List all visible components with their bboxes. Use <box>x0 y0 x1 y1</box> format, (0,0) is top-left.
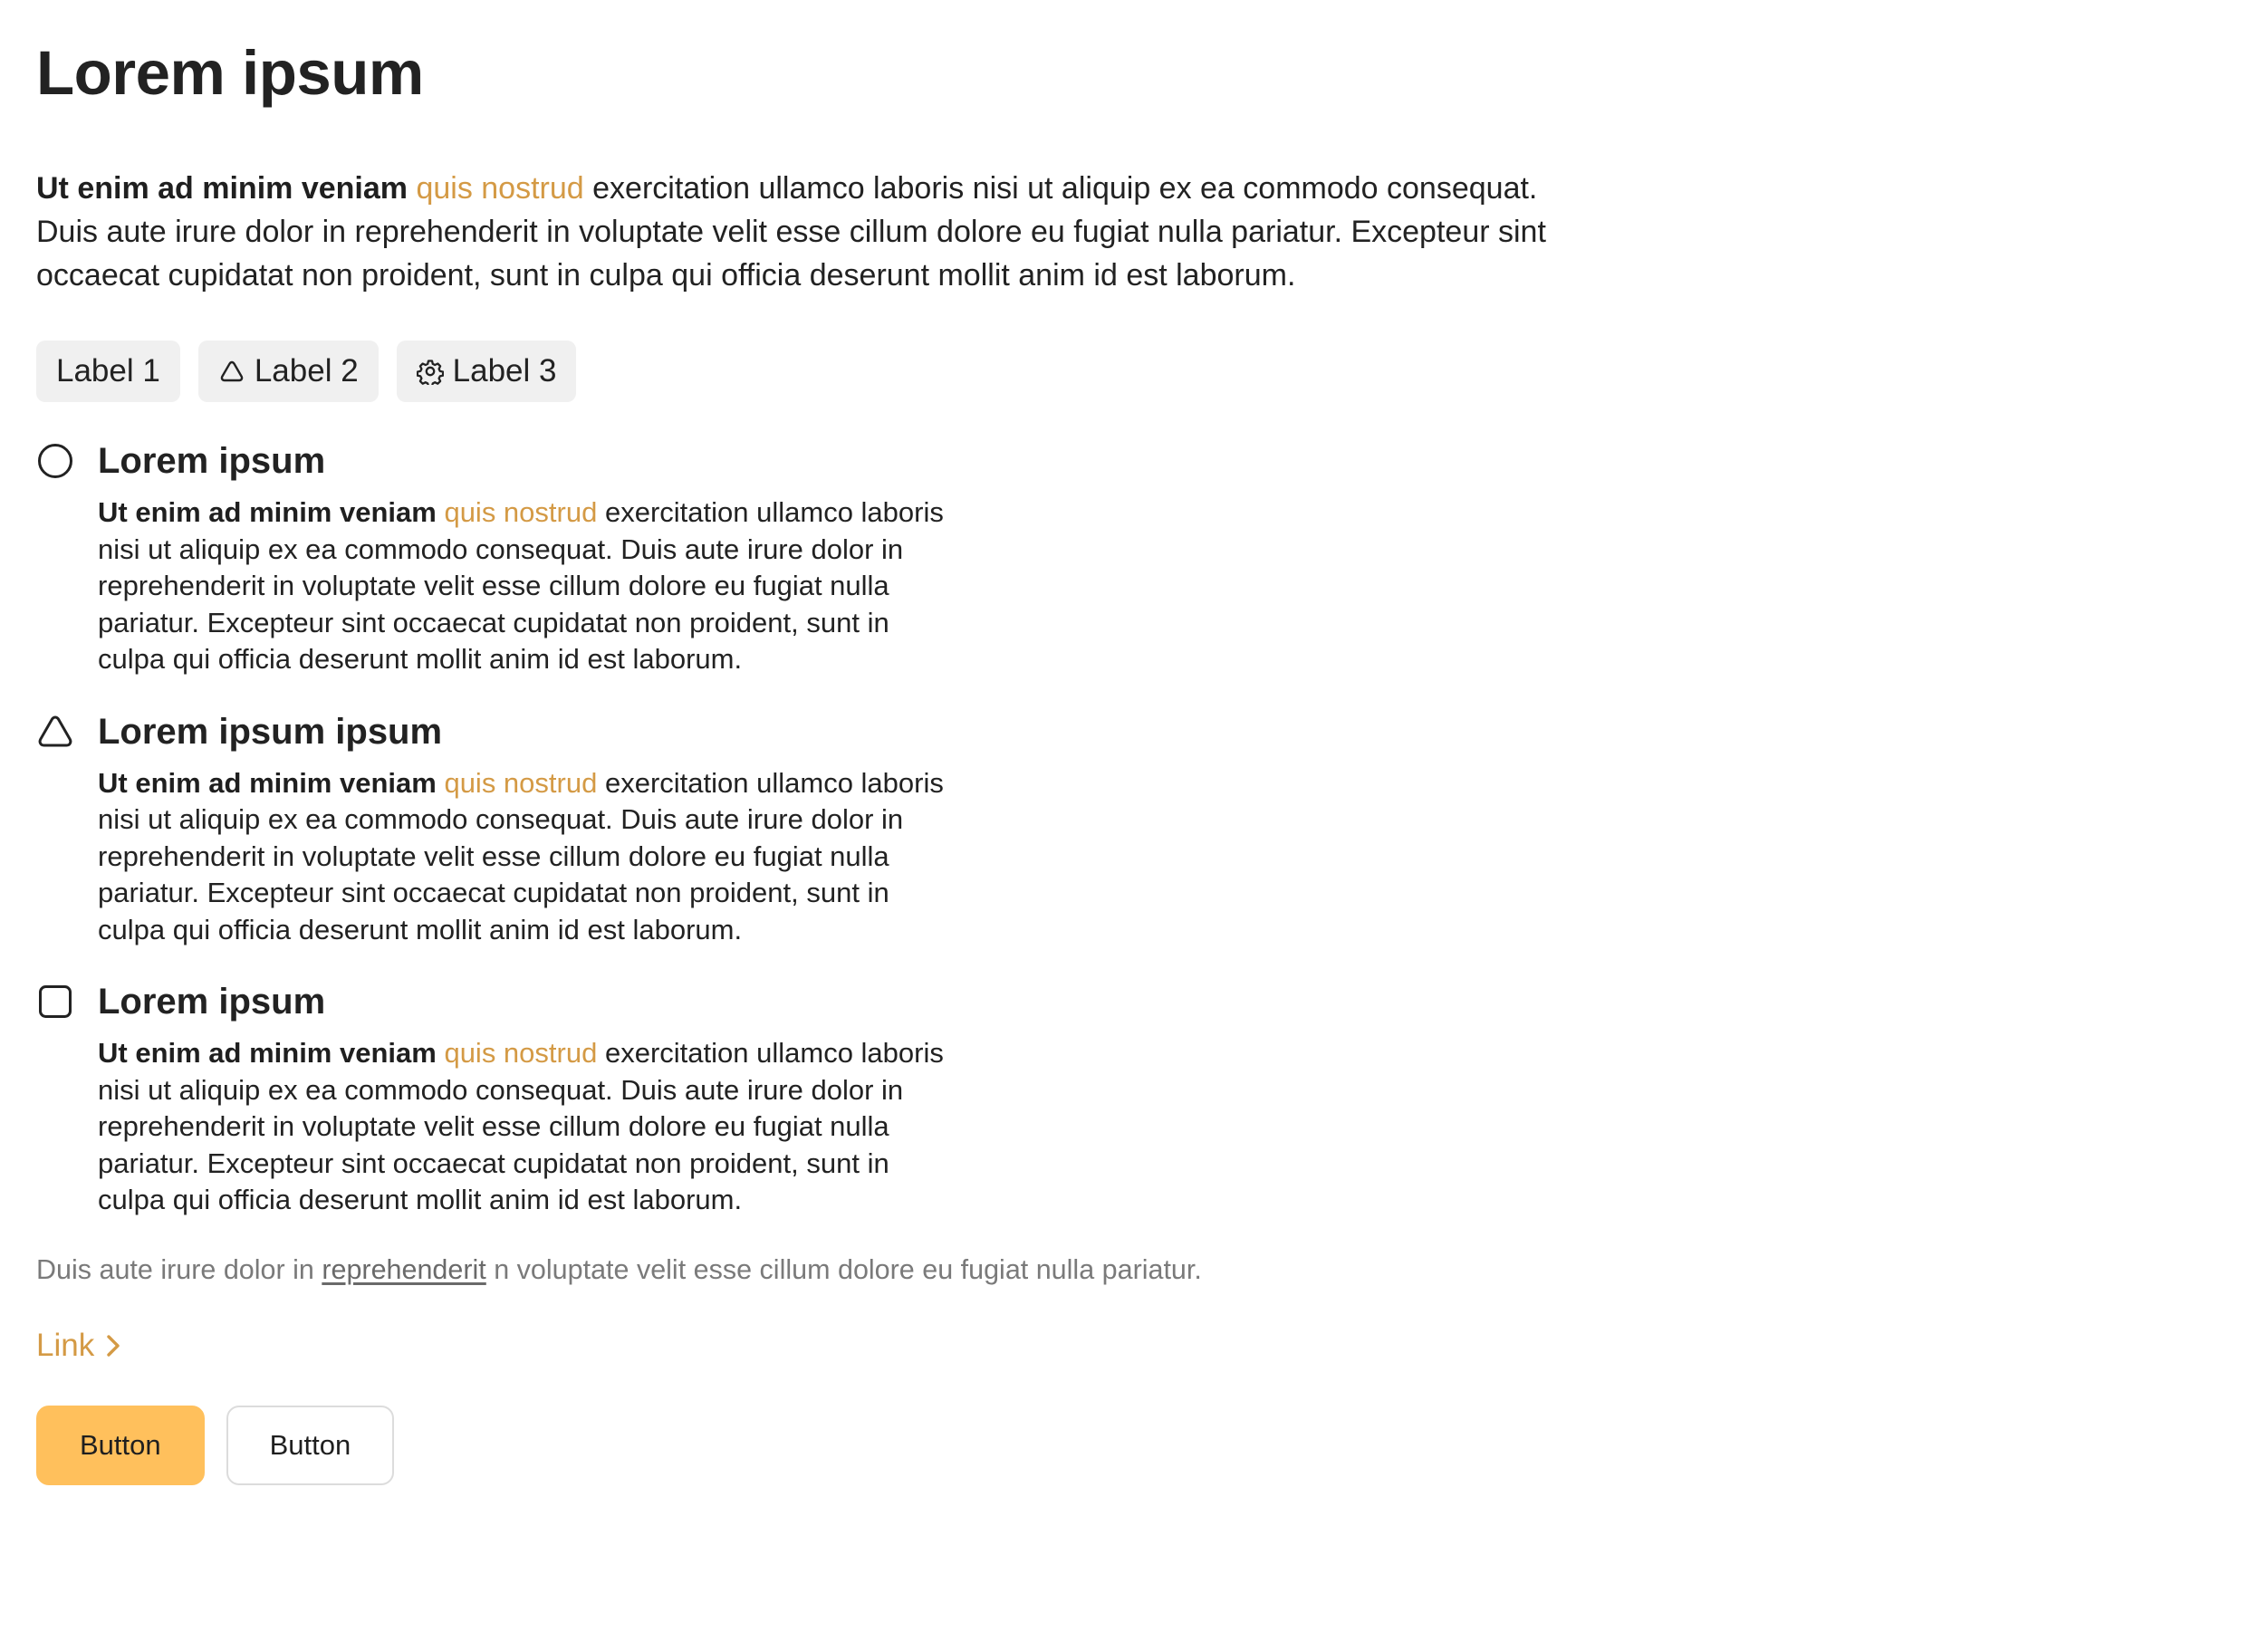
label-chips: Label 1 Label 2 Label 3 <box>36 341 2268 402</box>
footnote-underlined-link[interactable]: reprehenderit <box>322 1254 485 1285</box>
footnote-text-before: Duis aute irure dolor in <box>36 1253 314 1285</box>
square-icon <box>36 983 74 1021</box>
feature-item: Lorem ipsum Ut enim ad minim veniam quis… <box>36 440 2268 678</box>
intro-bold-text: Ut enim ad minim veniam <box>36 171 408 206</box>
feature-bold-text: Ut enim ad minim veniam <box>98 496 437 528</box>
button-row: Button Button <box>36 1405 2268 1485</box>
feature-description: Ut enim ad minim veniam quis nostrud exe… <box>98 1035 949 1219</box>
feature-bold-text: Ut enim ad minim veniam <box>98 1037 437 1069</box>
feature-description: Ut enim ad minim veniam quis nostrud exe… <box>98 494 949 678</box>
link[interactable]: Link <box>36 1328 125 1364</box>
feature-accent-text: quis nostrud <box>444 496 598 528</box>
primary-button[interactable]: Button <box>36 1405 205 1485</box>
feature-title: Lorem ipsum <box>98 441 326 481</box>
feature-accent-text: quis nostrud <box>444 1037 598 1069</box>
feature-item: Lorem ipsum ipsum Ut enim ad minim venia… <box>36 711 2268 949</box>
feature-description: Ut enim ad minim veniam quis nostrud exe… <box>98 765 949 949</box>
triangle-icon <box>218 358 245 385</box>
feature-title: Lorem ipsum <box>98 982 326 1022</box>
secondary-button[interactable]: Button <box>226 1405 395 1485</box>
feature-list: Lorem ipsum Ut enim ad minim veniam quis… <box>36 440 2268 1219</box>
footnote-text-after: n voluptate velit esse cillum dolore eu … <box>494 1253 1202 1285</box>
page-title: Lorem ipsum <box>36 38 424 108</box>
link-label: Link <box>36 1327 95 1363</box>
gear-icon <box>416 358 444 385</box>
page: Lorem ipsum Ut enim ad minim veniam quis… <box>0 0 2268 1641</box>
feature-title: Lorem ipsum ipsum <box>98 711 443 752</box>
label-chip-text: Label 2 <box>254 353 359 389</box>
circle-icon <box>36 442 74 480</box>
triangle-icon <box>36 713 74 751</box>
feature-item: Lorem ipsum Ut enim ad minim veniam quis… <box>36 981 2268 1219</box>
intro-paragraph: Ut enim ad minim veniam quis nostrud exe… <box>36 167 1558 297</box>
intro-accent-text: quis nostrud <box>416 171 584 206</box>
chevron-right-icon <box>101 1332 125 1359</box>
footnote: Duis aute irure dolor in reprehenderit n… <box>36 1252 2268 1288</box>
label-chip-2[interactable]: Label 2 <box>197 341 379 402</box>
label-chip-text: Label 3 <box>452 353 557 389</box>
feature-accent-text: quis nostrud <box>444 766 598 799</box>
label-chip-1[interactable]: Label 1 <box>36 341 180 402</box>
feature-bold-text: Ut enim ad minim veniam <box>98 766 437 799</box>
label-chip-3[interactable]: Label 3 <box>396 341 577 402</box>
label-chip-text: Label 1 <box>56 353 160 389</box>
